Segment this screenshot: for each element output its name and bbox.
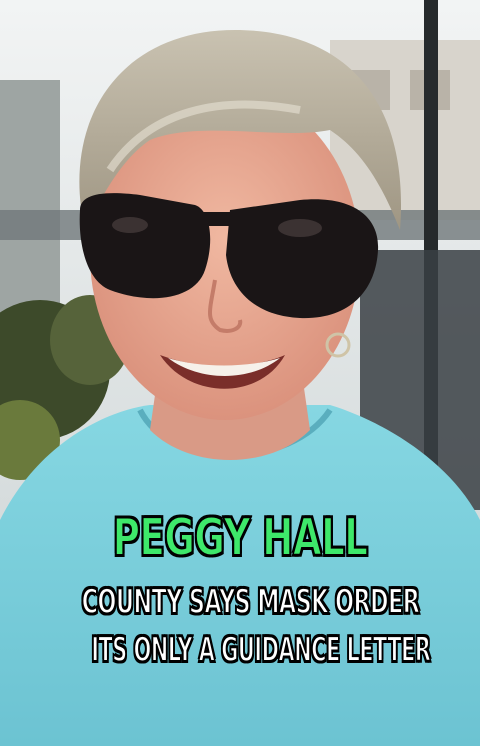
- caption-name: PEGGY HALL: [112, 507, 369, 569]
- caption-line-1: COUNTY SAYS MASK ORDER: [81, 581, 421, 623]
- caption-line-2: ITS ONLY A GUIDANCE LETTER: [91, 629, 432, 671]
